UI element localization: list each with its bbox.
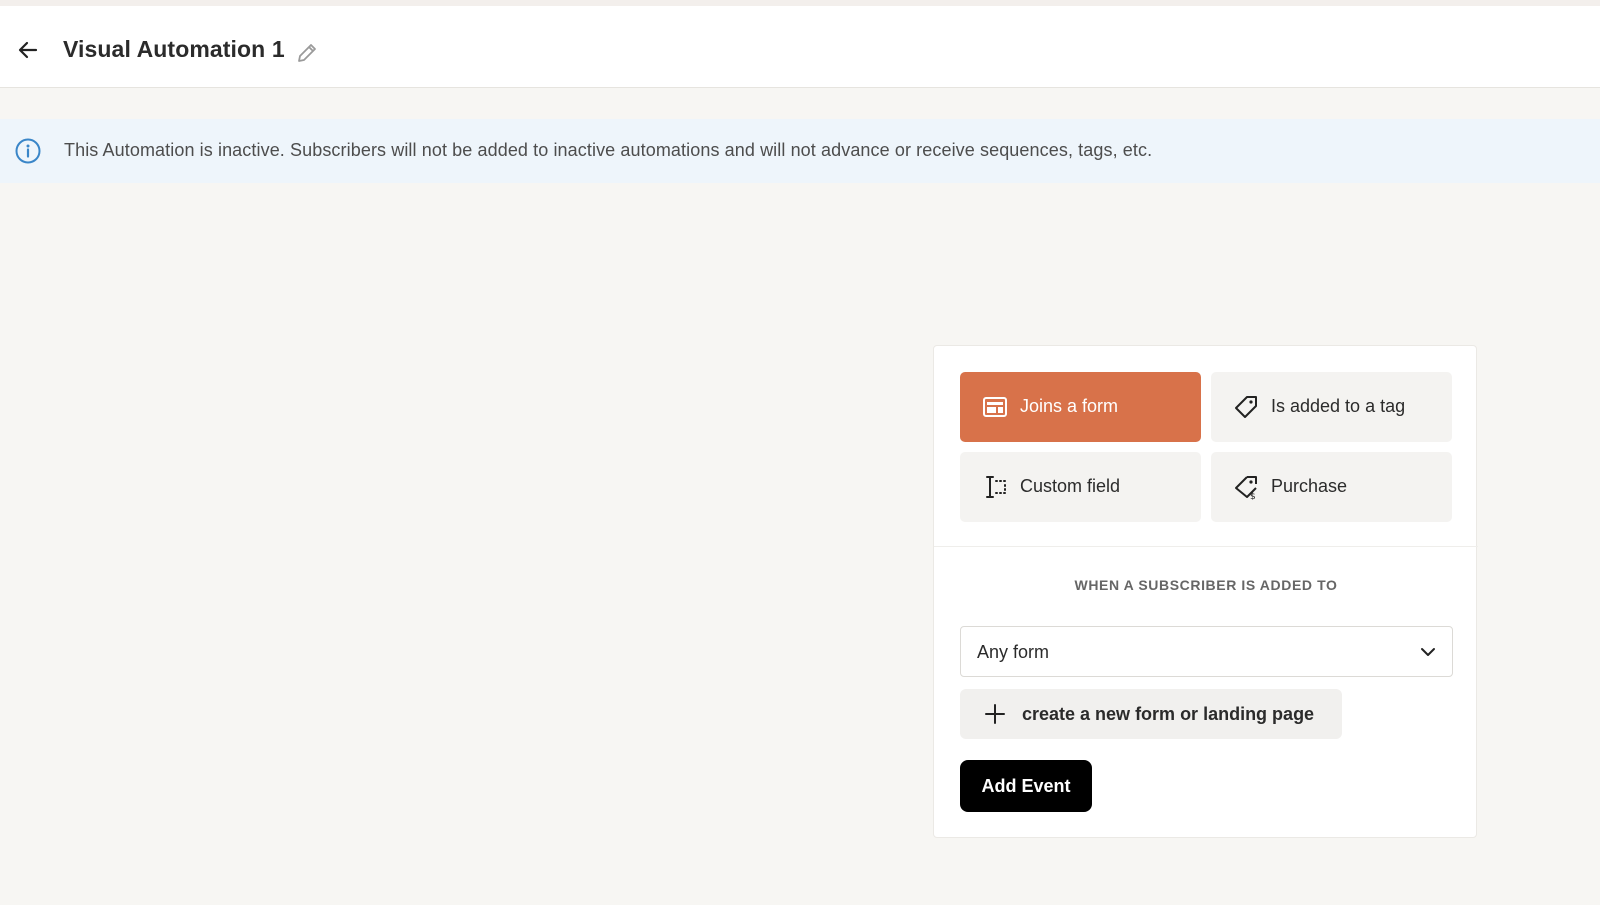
option-custom-field[interactable]: Custom field <box>960 452 1201 522</box>
plus-icon <box>985 704 1005 724</box>
info-icon <box>15 138 41 164</box>
option-joins-a-form[interactable]: Joins a form <box>960 372 1201 442</box>
banner-message: This Automation is inactive. Subscribers… <box>64 140 1153 160</box>
option-label: Purchase <box>1271 476 1348 496</box>
option-label: Joins a form <box>1020 396 1119 416</box>
option-label: Custom field <box>1020 476 1121 496</box>
tag-icon <box>1235 396 1257 418</box>
pencil-icon <box>298 44 316 62</box>
arrow-left-icon <box>18 41 38 59</box>
edit-title-button[interactable] <box>294 40 320 66</box>
create-form-button[interactable]: create a new form or landing page <box>960 689 1342 739</box>
page-title: Visual Automation 1 <box>63 36 285 62</box>
option-is-added-to-a-tag[interactable]: Is added to a tag <box>1211 372 1452 442</box>
custom-field-icon <box>986 476 1006 498</box>
inactive-banner: This Automation is inactive. Subscribers… <box>0 119 1600 183</box>
add-event-button[interactable]: Add Event <box>960 760 1092 812</box>
back-button[interactable] <box>14 36 42 64</box>
purchase-tag-icon: $ <box>1235 476 1257 500</box>
section-label: WHEN A SUBSCRIBER IS ADDED TO <box>1074 577 1338 593</box>
create-form-label: create a new form or landing page <box>1022 704 1315 724</box>
option-purchase[interactable]: $ Purchase <box>1211 452 1452 522</box>
chevron-down-icon <box>1421 648 1435 656</box>
form-select[interactable]: Any form <box>960 626 1453 677</box>
event-panel: Joins a form Is added to a tag Custom fi… <box>933 345 1478 838</box>
svg-text:$: $ <box>1250 492 1256 500</box>
form-select-value: Any form <box>977 642 1050 662</box>
option-label: Is added to a tag <box>1271 396 1406 416</box>
panel-divider <box>934 546 1478 547</box>
form-icon <box>983 397 1007 417</box>
page-header: Visual Automation 1 <box>0 6 1600 88</box>
